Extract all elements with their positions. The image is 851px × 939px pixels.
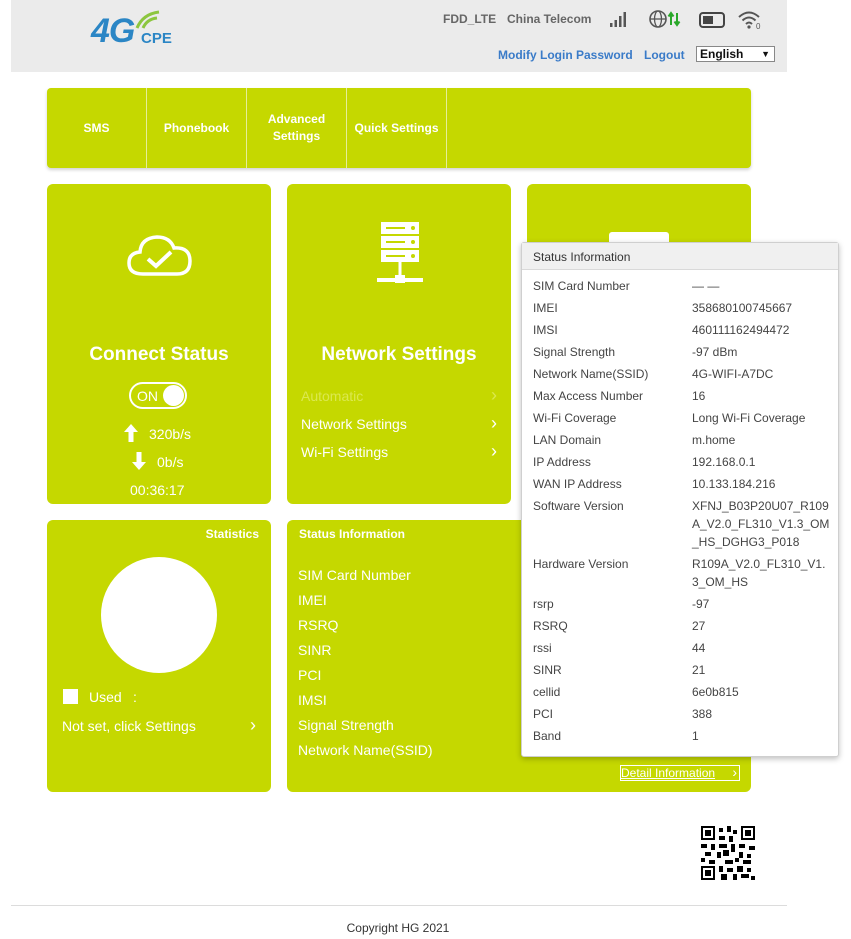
statistics-title: Statistics (205, 527, 259, 541)
connection-duration: 00:36:17 (130, 482, 185, 498)
nav-quick-settings[interactable]: Quick Settings (347, 88, 447, 168)
signal-strength-icon (610, 12, 626, 27)
toggle-label: ON (137, 388, 158, 404)
battery-icon (699, 12, 725, 28)
network-settings-link[interactable]: Network Settings › (301, 413, 497, 433)
qr-code-icon (701, 826, 755, 880)
detail-information-link[interactable]: Detail Information › (620, 765, 740, 781)
status-label-pci: PCI (298, 667, 322, 683)
nav-sms[interactable]: SMS (47, 88, 147, 168)
status-info-title: Status Information (299, 527, 406, 541)
chevron-right-icon: › (732, 764, 737, 780)
logo-signal-arc-icon (135, 10, 160, 29)
status-label-rsrq: RSRQ (298, 617, 339, 633)
status-label-imei: IMEI (298, 592, 327, 608)
logo: 4G CPE (91, 8, 201, 52)
upload-arrow-icon (124, 424, 138, 442)
upload-speed: 320b/s (149, 426, 192, 442)
svg-text:0: 0 (756, 22, 761, 30)
connection-toggle[interactable]: ON (129, 382, 187, 409)
chevron-right-icon: › (491, 413, 497, 433)
server-icon (377, 222, 423, 283)
popup-title: Status Information (522, 243, 838, 270)
status-info-popup: Status Information SIM Card Number — — IM… (521, 242, 839, 757)
header-bar: 4G CPE FDD_LTE China Telecom 0 Modify Lo… (11, 0, 787, 72)
logout-link[interactable]: Logout (644, 48, 685, 62)
chevron-right-icon: › (250, 715, 256, 735)
status-label-imsi: IMSI (298, 692, 327, 708)
language-select[interactable]: English ▼ (696, 46, 775, 62)
status-label-ssid: Network Name(SSID) (298, 742, 433, 758)
wifi-icon: 0 (738, 11, 761, 30)
usage-pie-chart (101, 557, 217, 673)
network-settings-card: Network Settings Automatic › Network Set… (287, 184, 511, 504)
network-mode-automatic[interactable]: Automatic › (301, 385, 497, 405)
chevron-right-icon: › (491, 385, 497, 405)
cloud-check-icon (127, 235, 192, 276)
modify-password-link[interactable]: Modify Login Password (498, 48, 633, 62)
copyright-text: Copyright HG 2021 (346, 921, 450, 935)
status-label-signal: Signal Strength (298, 717, 394, 733)
chevron-right-icon: › (491, 441, 497, 461)
toggle-knob (163, 385, 184, 406)
connect-status-title: Connect Status (89, 344, 229, 365)
statistics-settings-link[interactable]: Not set, click Settings › (62, 715, 256, 735)
connect-status-card: Connect Status ON 320b/s 0b/s 00:36:17 (47, 184, 271, 504)
internet-globe-icon (649, 10, 681, 28)
used-legend-swatch (63, 689, 78, 704)
download-arrow-icon (132, 452, 146, 470)
download-speed: 0b/s (157, 454, 184, 470)
wifi-settings-link[interactable]: Wi-Fi Settings › (301, 441, 497, 461)
nav-phonebook[interactable]: Phonebook (147, 88, 247, 168)
logo-4g-text: 4G (91, 12, 135, 50)
operator-name: China Telecom (507, 12, 592, 26)
status-label-sinr: SINR (298, 642, 332, 658)
used-label: Used (89, 689, 122, 705)
nav-advanced-settings[interactable]: Advanced Settings (247, 88, 347, 168)
language-selected: English (700, 47, 744, 61)
status-label-sim: SIM Card Number (298, 567, 411, 583)
statistics-card: Statistics Used : Not set, click Setting… (47, 520, 271, 792)
footer-divider (11, 905, 787, 906)
top-nav: SMS Phonebook Advanced Settings Quick Se… (47, 88, 751, 168)
chevron-down-icon: ▼ (761, 49, 770, 59)
network-settings-title: Network Settings (321, 344, 477, 365)
logo-cpe-text: CPE (141, 30, 172, 47)
network-type: FDD_LTE (443, 12, 497, 26)
used-value: : (133, 689, 137, 705)
